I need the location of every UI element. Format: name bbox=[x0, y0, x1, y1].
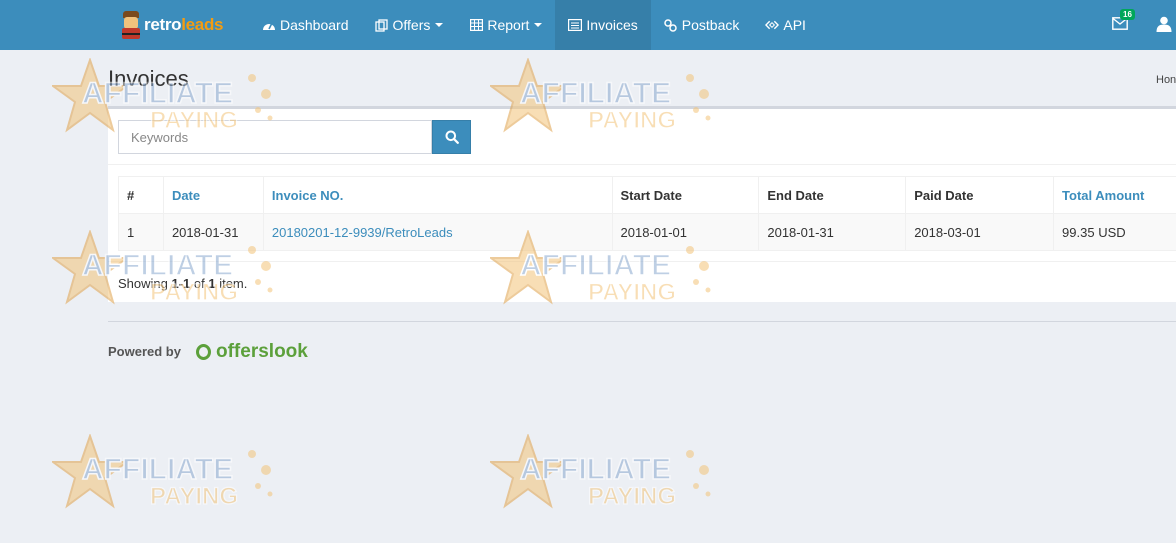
powered-by-label: Powered by bbox=[108, 344, 181, 359]
column-header-number: # bbox=[118, 176, 164, 214]
nav-offers[interactable]: Offers bbox=[362, 0, 457, 50]
mascot-icon bbox=[120, 11, 142, 39]
watermark-logo bbox=[52, 435, 274, 511]
offerslook-logo[interactable]: offerslook bbox=[196, 341, 308, 363]
brand-name: retroleads bbox=[144, 15, 224, 34]
cell-paid-date: 2018-03-01 bbox=[905, 213, 1055, 251]
nav-dashboard[interactable]: Dashboard bbox=[249, 0, 362, 50]
cell-total-amount: 99.35 USD bbox=[1053, 213, 1176, 251]
cell-end-date: 2018-01-31 bbox=[758, 213, 907, 251]
table-row: 1 2018-01-31 20180201-12-9939/RetroLeads… bbox=[118, 213, 1176, 251]
breadcrumb-home[interactable]: Hon bbox=[1156, 74, 1176, 86]
user-icon bbox=[1156, 16, 1172, 32]
code-icon bbox=[765, 18, 780, 32]
retroleads-logo[interactable]: retroleads bbox=[120, 10, 224, 40]
column-header-date[interactable]: Date bbox=[162, 176, 264, 214]
chevron-down-icon bbox=[435, 23, 444, 27]
cell-start-date: 2018-01-01 bbox=[611, 213, 760, 251]
column-header-total-amount[interactable]: Total Amount bbox=[1053, 176, 1176, 214]
column-header-invoice-no[interactable]: Invoice NO. bbox=[262, 176, 613, 214]
nav-api-label: API bbox=[783, 17, 806, 33]
pagination-summary: Showing 1-1 of 1 item. bbox=[118, 276, 248, 291]
cell-invoice-no: 20180201-12-9939/RetroLeads bbox=[262, 213, 613, 251]
table-icon bbox=[469, 18, 483, 32]
search-icon bbox=[445, 130, 459, 144]
offerslook-icon bbox=[196, 344, 211, 360]
invoice-link[interactable]: 20180201-12-9939/RetroLeads bbox=[272, 225, 453, 240]
cell-number: 1 bbox=[118, 213, 164, 251]
invoices-box: # Date Invoice NO. Start Date End Date P… bbox=[108, 106, 1176, 302]
nav-invoices[interactable]: Invoices bbox=[555, 0, 651, 50]
chevron-down-icon bbox=[534, 23, 543, 27]
dashboard-icon bbox=[262, 18, 276, 32]
cell-date: 2018-01-31 bbox=[162, 213, 264, 251]
nav-report[interactable]: Report bbox=[456, 0, 555, 50]
nav-dashboard-label: Dashboard bbox=[280, 17, 349, 33]
footer-divider bbox=[108, 321, 1176, 322]
offers-icon bbox=[375, 18, 389, 32]
nav-api[interactable]: API bbox=[752, 0, 819, 50]
nav-postback[interactable]: Postback bbox=[651, 0, 753, 50]
messages-count-badge: 16 bbox=[1120, 9, 1135, 20]
user-menu-button[interactable] bbox=[1156, 16, 1172, 32]
link-icon bbox=[664, 18, 678, 32]
nav-postback-label: Postback bbox=[681, 17, 740, 33]
divider bbox=[108, 164, 1176, 165]
watermark-logo bbox=[490, 435, 712, 511]
nav-report-label: Report bbox=[487, 17, 530, 33]
column-header-end-date: End Date bbox=[758, 176, 907, 214]
search-input[interactable] bbox=[118, 120, 432, 154]
divider bbox=[108, 261, 1176, 262]
top-navbar: retroleads Dashboard Offers Report Invoi… bbox=[0, 0, 1176, 50]
list-icon bbox=[568, 18, 583, 32]
nav-invoices-label: Invoices bbox=[586, 17, 638, 33]
column-header-paid-date: Paid Date bbox=[905, 176, 1055, 214]
nav-offers-label: Offers bbox=[392, 17, 431, 33]
offerslook-name: offerslook bbox=[216, 341, 308, 362]
column-header-start-date: Start Date bbox=[611, 176, 760, 214]
main-nav: Dashboard Offers Report Invoices Postbac… bbox=[249, 0, 819, 50]
page-title: Invoices bbox=[108, 66, 189, 91]
invoices-table: # Date Invoice NO. Start Date End Date P… bbox=[118, 176, 1176, 251]
table-header-row: # Date Invoice NO. Start Date End Date P… bbox=[118, 176, 1176, 214]
search-button[interactable] bbox=[432, 120, 471, 154]
messages-button[interactable]: 16 bbox=[1112, 9, 1135, 33]
